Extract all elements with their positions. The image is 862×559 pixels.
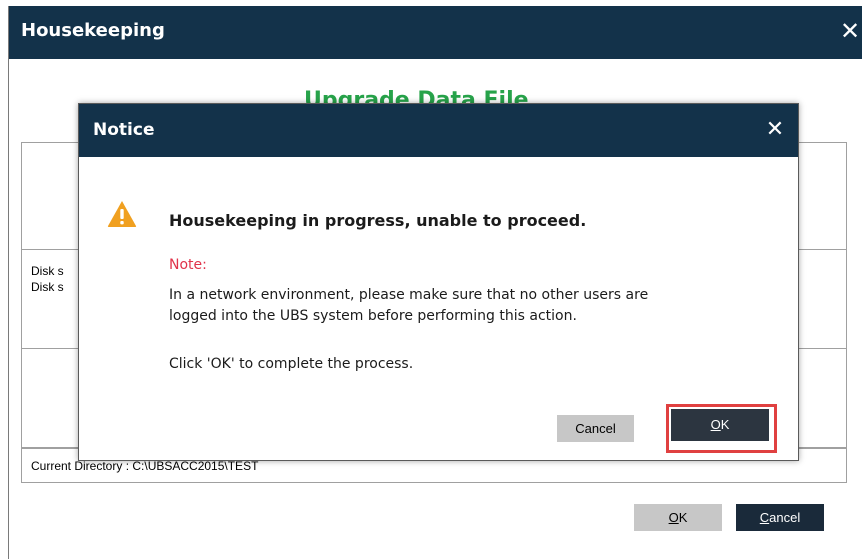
housekeeping-title: Housekeeping <box>21 20 165 41</box>
main-cancel-accel: C <box>759 510 770 525</box>
warning-icon <box>107 200 137 228</box>
notice-message: Housekeeping in progress, unable to proc… <box>169 211 587 230</box>
notice-ok-accel: O <box>710 417 721 432</box>
note-text-line-2: logged into the UBS system before perfor… <box>169 308 577 324</box>
main-cancel-button[interactable]: Cancel <box>736 504 824 531</box>
notice-ok-label: K <box>720 417 730 432</box>
disk-space-label-1: Disk s <box>31 264 64 278</box>
notice-titlebar: Notice ✕ <box>79 104 798 157</box>
note-text-line-1: In a network environment, please make su… <box>169 287 649 303</box>
main-ok-label: K <box>678 510 688 525</box>
main-cancel-label: ancel <box>769 510 801 525</box>
current-directory-label: Current Directory : C:\UBSACC2015\TEST <box>31 459 259 473</box>
main-ok-accel: O <box>668 510 679 525</box>
instruction-text: Click 'OK' to complete the process. <box>169 356 414 372</box>
notice-ok-button[interactable]: OK <box>671 409 769 441</box>
disk-space-label-2: Disk s <box>31 280 64 294</box>
notice-dialog: Notice ✕ Housekeeping in progress, unabl… <box>78 103 799 461</box>
notice-cancel-button[interactable]: Cancel <box>557 415 634 442</box>
close-icon[interactable]: ✕ <box>762 114 788 146</box>
housekeeping-titlebar: Housekeeping ✕ <box>9 6 862 59</box>
main-ok-button[interactable]: OK <box>634 504 722 531</box>
notice-title: Notice <box>93 120 155 140</box>
note-label: Note: <box>169 257 207 273</box>
close-icon[interactable]: ✕ <box>837 14 862 48</box>
